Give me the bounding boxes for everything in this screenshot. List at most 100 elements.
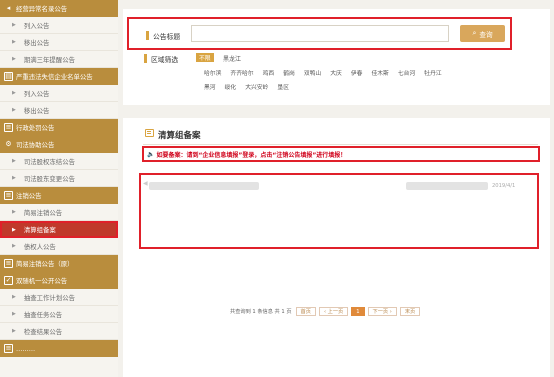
current-page-button[interactable]: 1 xyxy=(351,307,365,316)
sidebar-item[interactable]: ▶ 债权人公告 xyxy=(0,238,118,255)
sidebar-item[interactable]: ▶ 列入公告 xyxy=(0,85,118,102)
sidebar-group[interactable]: ≡ 行政处罚公告 xyxy=(0,119,118,136)
sidebar-group[interactable]: ≡ 简易注销公告（原） xyxy=(0,255,118,272)
sidebar-item-label: 抽查任务公告 xyxy=(23,310,63,319)
sidebar-item-label: 司法股权冻结公告 xyxy=(23,157,75,166)
sidebar-item-label: 经营异常名录公告 xyxy=(16,5,68,13)
search-icon: ⌕ xyxy=(472,29,477,37)
sidebar-group[interactable]: ≡ 注销公告 xyxy=(0,187,118,204)
sidebar-item-label: 移出公告 xyxy=(23,106,50,115)
sidebar-item[interactable]: ▶ 简易注销公告 xyxy=(0,204,118,221)
city-link[interactable]: 大庆 xyxy=(330,68,342,77)
search-button-label: 查询 xyxy=(479,30,493,39)
next-page-button[interactable]: 下一页 › xyxy=(367,307,397,316)
search-panel: 公告标题 ⌕ 查询 区域筛选 不限 黑龙江 哈尔滨 齐齐哈尔 鸡西 鹤岗 双鸭山 大庆 伊春… xyxy=(123,9,550,105)
sidebar-item-label: ……… xyxy=(16,344,36,353)
city-link[interactable]: 佳木斯 xyxy=(371,68,388,77)
city-link[interactable]: 双鸭山 xyxy=(304,68,321,77)
chevron-right-icon: ▶ xyxy=(12,209,16,215)
sidebar-group[interactable]: ◂ 经营异常名录公告 xyxy=(0,0,118,17)
sidebar-group[interactable]: ▤ 严重违法失信企业名单公告 xyxy=(0,68,118,85)
sidebar: ◂ 经营异常名录公告 ▶ 列入公告 ▶ 移出公告 ▶ 期满三年提醒公告 ▤ 严重违法失信企业名单公… xyxy=(0,0,118,377)
sidebar-item-label: 抽查工作计划公告 xyxy=(23,293,75,302)
search-input[interactable] xyxy=(191,25,449,42)
chevron-right-icon: ▶ xyxy=(12,56,16,62)
sidebar-item-label: 清算组备案 xyxy=(23,226,56,234)
sidebar-group[interactable]: ≡……… xyxy=(0,340,118,357)
city-link[interactable]: 哈尔滨 xyxy=(204,68,221,77)
chevron-right-icon: ▶ xyxy=(12,39,16,45)
sidebar-item[interactable]: ▶ 移出公告 xyxy=(0,34,118,51)
pagination-summary: 共查询到 1 条信息 共 1 页 xyxy=(230,309,292,315)
notice-banner: 🔈 如要备案：请到“企业信息填报”登录，点击“注销公告填报”进行填报！ xyxy=(142,146,540,162)
result-row[interactable]: ◀ 2019/4/1 xyxy=(141,175,537,195)
prev-page-button[interactable]: ‹ 上一页 xyxy=(318,307,349,316)
city-link[interactable]: 伊春 xyxy=(351,68,363,77)
notice-text: 如要备案：请到“企业信息填报”登录，点击“注销公告填报”进行填报！ xyxy=(156,151,347,159)
first-page-button[interactable]: 首页 xyxy=(295,307,316,316)
city-link[interactable]: 鹤岗 xyxy=(283,68,295,77)
sidebar-item-label: 移出公告 xyxy=(23,38,50,47)
city-link[interactable]: 垦区 xyxy=(277,82,289,91)
page: ◂ 经营异常名录公告 ▶ 列入公告 ▶ 移出公告 ▶ 期满三年提醒公告 ▤ 严重违法失信企业名单公… xyxy=(0,0,554,377)
sidebar-item-label: 债权人公告 xyxy=(23,242,56,251)
city-link[interactable]: 绥化 xyxy=(225,82,237,91)
sidebar-item-label: 列入公告 xyxy=(23,89,50,98)
chevron-right-icon: ▶ xyxy=(12,22,16,28)
sidebar-item-label: 列入公告 xyxy=(23,21,50,30)
search-button[interactable]: ⌕ 查询 xyxy=(460,25,505,42)
region-label: 区域筛选 xyxy=(151,56,179,64)
sidebar-item-label: 司法股东变更公告 xyxy=(23,174,75,183)
sidebar-item-label: 司法协助公告 xyxy=(16,141,55,149)
city-link[interactable]: 齐齐哈尔 xyxy=(230,68,253,77)
document-icon: ≡ xyxy=(4,123,13,132)
sidebar-item[interactable]: ▶ 司法股东变更公告 xyxy=(0,170,118,187)
region-any-tag[interactable]: 不限 xyxy=(196,53,214,62)
sidebar-group[interactable]: ✓ 双随机一公开公告 xyxy=(0,272,118,289)
gear-icon: ⚙ xyxy=(5,140,12,148)
sidebar-item[interactable]: ▶ 抽查工作计划公告 xyxy=(0,289,118,306)
sidebar-item[interactable]: ▶ 移出公告 xyxy=(0,102,118,119)
chevron-right-icon: ▶ xyxy=(12,328,16,334)
speaker-icon: 🔈 xyxy=(147,150,155,158)
chevron-right-icon: ▶ xyxy=(12,226,16,233)
city-list-row-2: 黑河 绥化 大兴安岭 垦区 xyxy=(204,82,298,91)
city-list-row-1: 哈尔滨 齐齐哈尔 鸡西 鹤岗 双鸭山 大庆 伊春 佳木斯 七台河 牡丹江 xyxy=(204,68,451,77)
city-link[interactable]: 黑河 xyxy=(204,82,216,91)
sidebar-item-label: 行政处罚公告 xyxy=(16,124,55,132)
chevron-right-icon: ▶ xyxy=(12,90,16,96)
sidebar-item[interactable]: ▶ 检查结果公告 xyxy=(0,323,118,340)
city-link[interactable]: 牡丹江 xyxy=(424,68,441,77)
region-label-bar xyxy=(144,54,147,63)
sidebar-item[interactable]: ▶ 司法股权冻结公告 xyxy=(0,153,118,170)
sidebar-group[interactable]: ⚙ 司法协助公告 xyxy=(0,136,118,153)
sidebar-item[interactable]: ▶ 抽查任务公告 xyxy=(0,306,118,323)
sidebar-item[interactable]: ▶ 列入公告 xyxy=(0,17,118,34)
bullet-icon: ◀ xyxy=(143,180,148,187)
document-icon: ≡ xyxy=(4,191,13,200)
chevron-right-icon: ▶ xyxy=(12,311,16,317)
section-title: 清算组备案 xyxy=(158,131,201,141)
sidebar-item-label: 简易注销公告 xyxy=(23,208,63,217)
sidebar-item-label: 严重违法失信企业名单公告 xyxy=(16,73,93,81)
speaker-icon: ◂ xyxy=(6,4,11,12)
city-link[interactable]: 七台河 xyxy=(398,68,415,77)
document-icon: ≡ xyxy=(4,259,13,268)
last-page-button[interactable]: 末页 xyxy=(399,307,421,316)
sidebar-item-label: 注销公告 xyxy=(16,192,42,200)
sidebar-item-active[interactable]: ▶ 清算组备案 xyxy=(0,221,118,238)
region-province[interactable]: 黑龙江 xyxy=(223,54,241,63)
result-org-redacted xyxy=(406,182,488,190)
chevron-right-icon: ▶ xyxy=(12,294,16,300)
chevron-right-icon: ▶ xyxy=(12,175,16,181)
result-title-redacted xyxy=(149,182,259,190)
checklist-icon: ✓ xyxy=(4,276,13,285)
book-icon: ▤ xyxy=(4,72,13,81)
sidebar-item[interactable]: ▶ 期满三年提醒公告 xyxy=(0,51,118,68)
city-link[interactable]: 鸡西 xyxy=(263,68,275,77)
city-link[interactable]: 大兴安岭 xyxy=(245,82,268,91)
result-list: ◀ 2019/4/1 xyxy=(139,173,539,249)
result-date: 2019/4/1 xyxy=(492,183,516,189)
sidebar-item-label: 双随机一公开公告 xyxy=(16,277,68,285)
chevron-right-icon: ▶ xyxy=(12,243,16,249)
